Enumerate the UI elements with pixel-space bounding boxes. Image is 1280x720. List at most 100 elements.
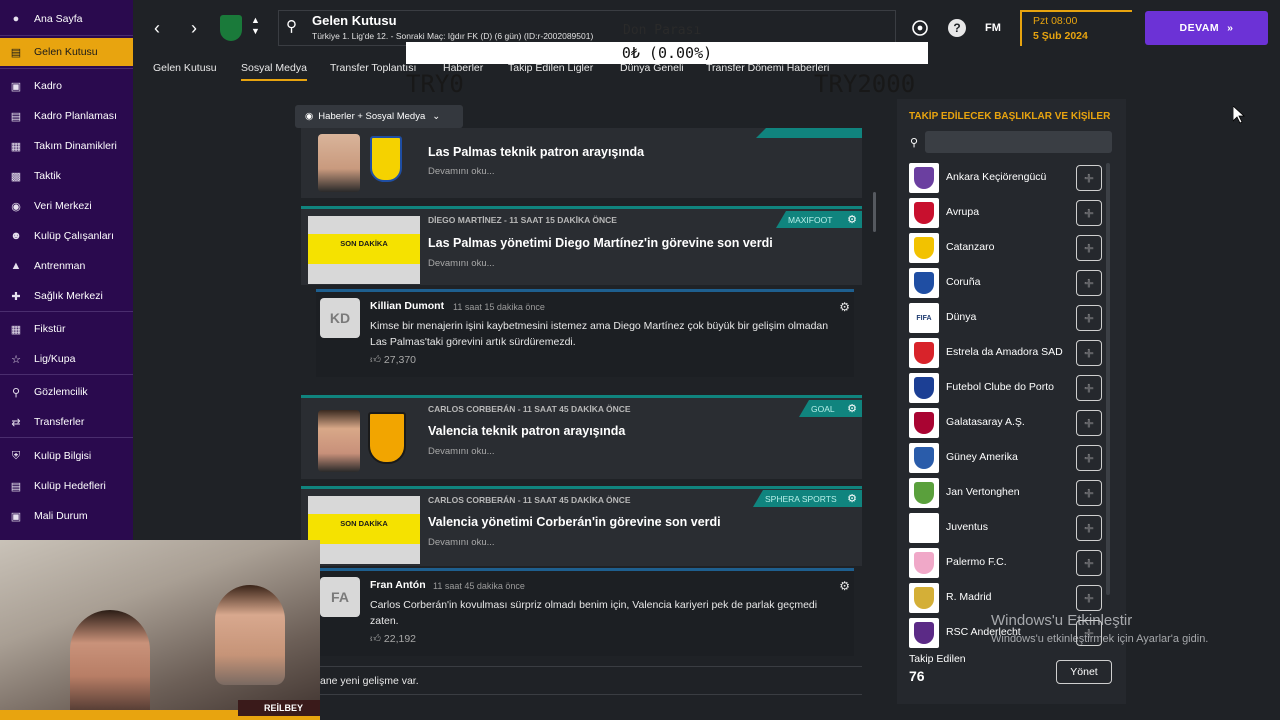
sidebar-item-tactics[interactable]: ▩ Taktik xyxy=(0,162,133,190)
gear-icon[interactable]: ⚙ xyxy=(847,402,857,415)
sidebar-item-squad-planner[interactable]: ▤ Kadro Planlaması xyxy=(0,102,133,130)
read-more-link[interactable]: Devamını oku... xyxy=(428,537,495,548)
football-icon[interactable] xyxy=(910,18,930,38)
add-person-icon: ➕ xyxy=(1084,173,1094,183)
sidebar-item-club-info[interactable]: ⛨ Kulüp Bilgisi xyxy=(0,442,133,470)
gear-icon[interactable]: ⚙ xyxy=(839,300,850,314)
sidebar-item-club-vision[interactable]: ▤ Kulüp Hedefleri xyxy=(0,472,133,500)
follow-button[interactable]: ➕ xyxy=(1076,165,1102,191)
follow-scrollbar[interactable] xyxy=(1106,163,1110,595)
gear-icon[interactable]: ⚙ xyxy=(847,492,857,505)
sidebar-item-training[interactable]: ▲ Antrenman xyxy=(0,252,133,280)
sidebar-item-staff[interactable]: ☻ Kulüp Çalışanları xyxy=(0,222,133,250)
follow-item[interactable]: Avrupa ➕ xyxy=(909,197,1104,229)
follow-item[interactable]: R. Madrid ➕ xyxy=(909,582,1104,614)
news-headline[interactable]: Valencia teknik patron arayışında xyxy=(428,424,625,438)
add-person-icon: ➕ xyxy=(1084,383,1094,393)
follow-item[interactable]: Coruña ➕ xyxy=(909,267,1104,299)
follow-item[interactable]: Ankara Keçiörengücü ➕ xyxy=(909,162,1104,194)
news-source-tag[interactable]: SPHERA SPORTS ⚙ xyxy=(753,490,862,507)
breaking-news-label: SON DAKİKA xyxy=(308,234,420,264)
news-source-tag[interactable]: MAXIFOOT ⚙ xyxy=(776,211,862,228)
follow-button[interactable]: ➕ xyxy=(1076,480,1102,506)
follow-item[interactable]: FIFA Dünya ➕ xyxy=(909,302,1104,334)
follow-button[interactable]: ➕ xyxy=(1076,445,1102,471)
follow-item[interactable]: Galatasaray A.Ş. ➕ xyxy=(909,407,1104,439)
sidebar-item-home[interactable]: ● Ana Sayfa xyxy=(0,5,133,33)
follow-button[interactable]: ➕ xyxy=(1076,200,1102,226)
search-icon[interactable]: ⚲ xyxy=(286,17,297,35)
follow-button[interactable]: ➕ xyxy=(1076,270,1102,296)
follow-item[interactable]: Catanzaro ➕ xyxy=(909,232,1104,264)
help-icon[interactable]: ? xyxy=(948,19,966,37)
post-author[interactable]: Fran Antón xyxy=(370,579,426,591)
follow-item-name: Güney Amerika xyxy=(946,451,1018,463)
feed-scrollbar[interactable] xyxy=(873,192,876,232)
sidebar-item-inbox[interactable]: ▤ Gelen Kutusu xyxy=(0,38,133,66)
donation-label: Don Parası xyxy=(623,23,702,38)
news-headline[interactable]: Las Palmas teknik patron arayışında xyxy=(428,145,644,159)
read-more-link[interactable]: Devamını oku... xyxy=(428,166,495,177)
news-source-tag[interactable]: GOAL ⚙ xyxy=(799,400,862,417)
follow-item[interactable]: Güney Amerika ➕ xyxy=(909,442,1104,474)
tab-inbox[interactable]: Gelen Kutusu xyxy=(153,60,217,76)
gear-icon[interactable]: ⚙ xyxy=(847,213,857,226)
sidebar-item-medical[interactable]: ✚ Sağlık Merkezi xyxy=(0,282,133,310)
sidebar-item-finances[interactable]: ▣ Mali Durum xyxy=(0,502,133,530)
club-badge-icon[interactable] xyxy=(220,15,242,41)
sidebar-divider xyxy=(0,68,133,69)
follow-search-input[interactable] xyxy=(925,131,1112,153)
follow-item[interactable]: Juventus ➕ xyxy=(909,512,1104,544)
add-person-icon: ➕ xyxy=(1084,278,1094,288)
tab-transfer-window-news[interactable]: Transfer Dönemi Haberleri xyxy=(706,60,829,76)
transfer-icon: ⇄ xyxy=(11,416,21,429)
data-icon: ◉ xyxy=(11,200,21,213)
club-switch-icon[interactable]: ▲ ▼ xyxy=(251,15,260,37)
follow-button[interactable]: ➕ xyxy=(1076,340,1102,366)
news-headline[interactable]: Las Palmas yönetimi Diego Martínez'in gö… xyxy=(428,236,773,250)
add-person-icon: ➕ xyxy=(1084,418,1094,428)
sidebar-item-label: Veri Merkezi xyxy=(34,200,92,212)
forward-button[interactable]: › xyxy=(184,14,204,42)
follow-item[interactable]: Estrela da Amadora SAD ➕ xyxy=(909,337,1104,369)
follow-button[interactable]: ➕ xyxy=(1076,235,1102,261)
breaking-news-image: SON DAKİKA xyxy=(308,216,420,284)
news-headline[interactable]: Valencia yönetimi Corberán'in görevine s… xyxy=(428,515,721,529)
follow-button[interactable]: ➕ xyxy=(1076,410,1102,436)
back-button[interactable]: ‹ xyxy=(147,14,167,42)
person-left xyxy=(70,610,150,720)
tab-worldwide[interactable]: Dünya Geneli xyxy=(620,60,684,76)
follow-item[interactable]: Palermo F.C. ➕ xyxy=(909,547,1104,579)
feed-filter-dropdown[interactable]: ◉ Haberler + Sosyal Medya ⌄ xyxy=(295,105,463,128)
sidebar-item-data-hub[interactable]: ◉ Veri Merkezi xyxy=(0,192,133,220)
read-more-link[interactable]: Devamını oku... xyxy=(428,446,495,457)
fm-logo[interactable]: FM xyxy=(983,18,1003,38)
follow-item[interactable]: Jan Vertonghen ➕ xyxy=(909,477,1104,509)
post-author[interactable]: Killian Dumont xyxy=(370,300,444,312)
sidebar-item-squad[interactable]: ▣ Kadro xyxy=(0,72,133,100)
more-updates-notice[interactable]: ane yeni gelişme var. xyxy=(320,675,419,687)
social-post[interactable]: KD Killian Dumont 11 saat 15 dakika önce… xyxy=(316,289,854,377)
read-more-link[interactable]: Devamını oku... xyxy=(428,258,495,269)
windows-activation-text: Windows'u etkinleştirmek için Ayarlar'a … xyxy=(991,633,1209,645)
sidebar-item-dynamics[interactable]: ▦ Takım Dinamikleri xyxy=(0,132,133,160)
tab-social-media[interactable]: Sosyal Medya xyxy=(241,60,307,81)
sidebar-item-competitions[interactable]: ☆ Lig/Kupa xyxy=(0,345,133,373)
follow-button[interactable]: ➕ xyxy=(1076,305,1102,331)
tab-transfer-meeting[interactable]: Transfer Toplantısı xyxy=(330,60,416,76)
continue-button[interactable]: DEVAM » xyxy=(1145,11,1268,45)
social-post[interactable]: FA Fran Antón 11 saat 45 dakika önce Car… xyxy=(316,568,854,656)
follow-button[interactable]: ➕ xyxy=(1076,375,1102,401)
follow-button[interactable]: ➕ xyxy=(1076,515,1102,541)
follow-item[interactable]: Futebol Clube do Porto ➕ xyxy=(909,372,1104,404)
post-text: Carlos Corberán'in kovulması sürpriz olm… xyxy=(370,599,818,627)
gear-icon[interactable]: ⚙ xyxy=(839,579,850,593)
tab-followed-leagues[interactable]: Takip Edilen Ligler xyxy=(508,60,593,76)
follow-button[interactable]: ➕ xyxy=(1076,585,1102,611)
eye-icon: ◉ xyxy=(305,111,314,122)
sidebar-item-fixtures[interactable]: ▦ Fikstür xyxy=(0,315,133,343)
sidebar-item-transfers[interactable]: ⇄ Transferler xyxy=(0,408,133,436)
follow-button[interactable]: ➕ xyxy=(1076,550,1102,576)
sidebar-item-scouting[interactable]: ⚲ Gözlemcilik xyxy=(0,378,133,406)
manage-button[interactable]: Yönet xyxy=(1056,660,1112,684)
